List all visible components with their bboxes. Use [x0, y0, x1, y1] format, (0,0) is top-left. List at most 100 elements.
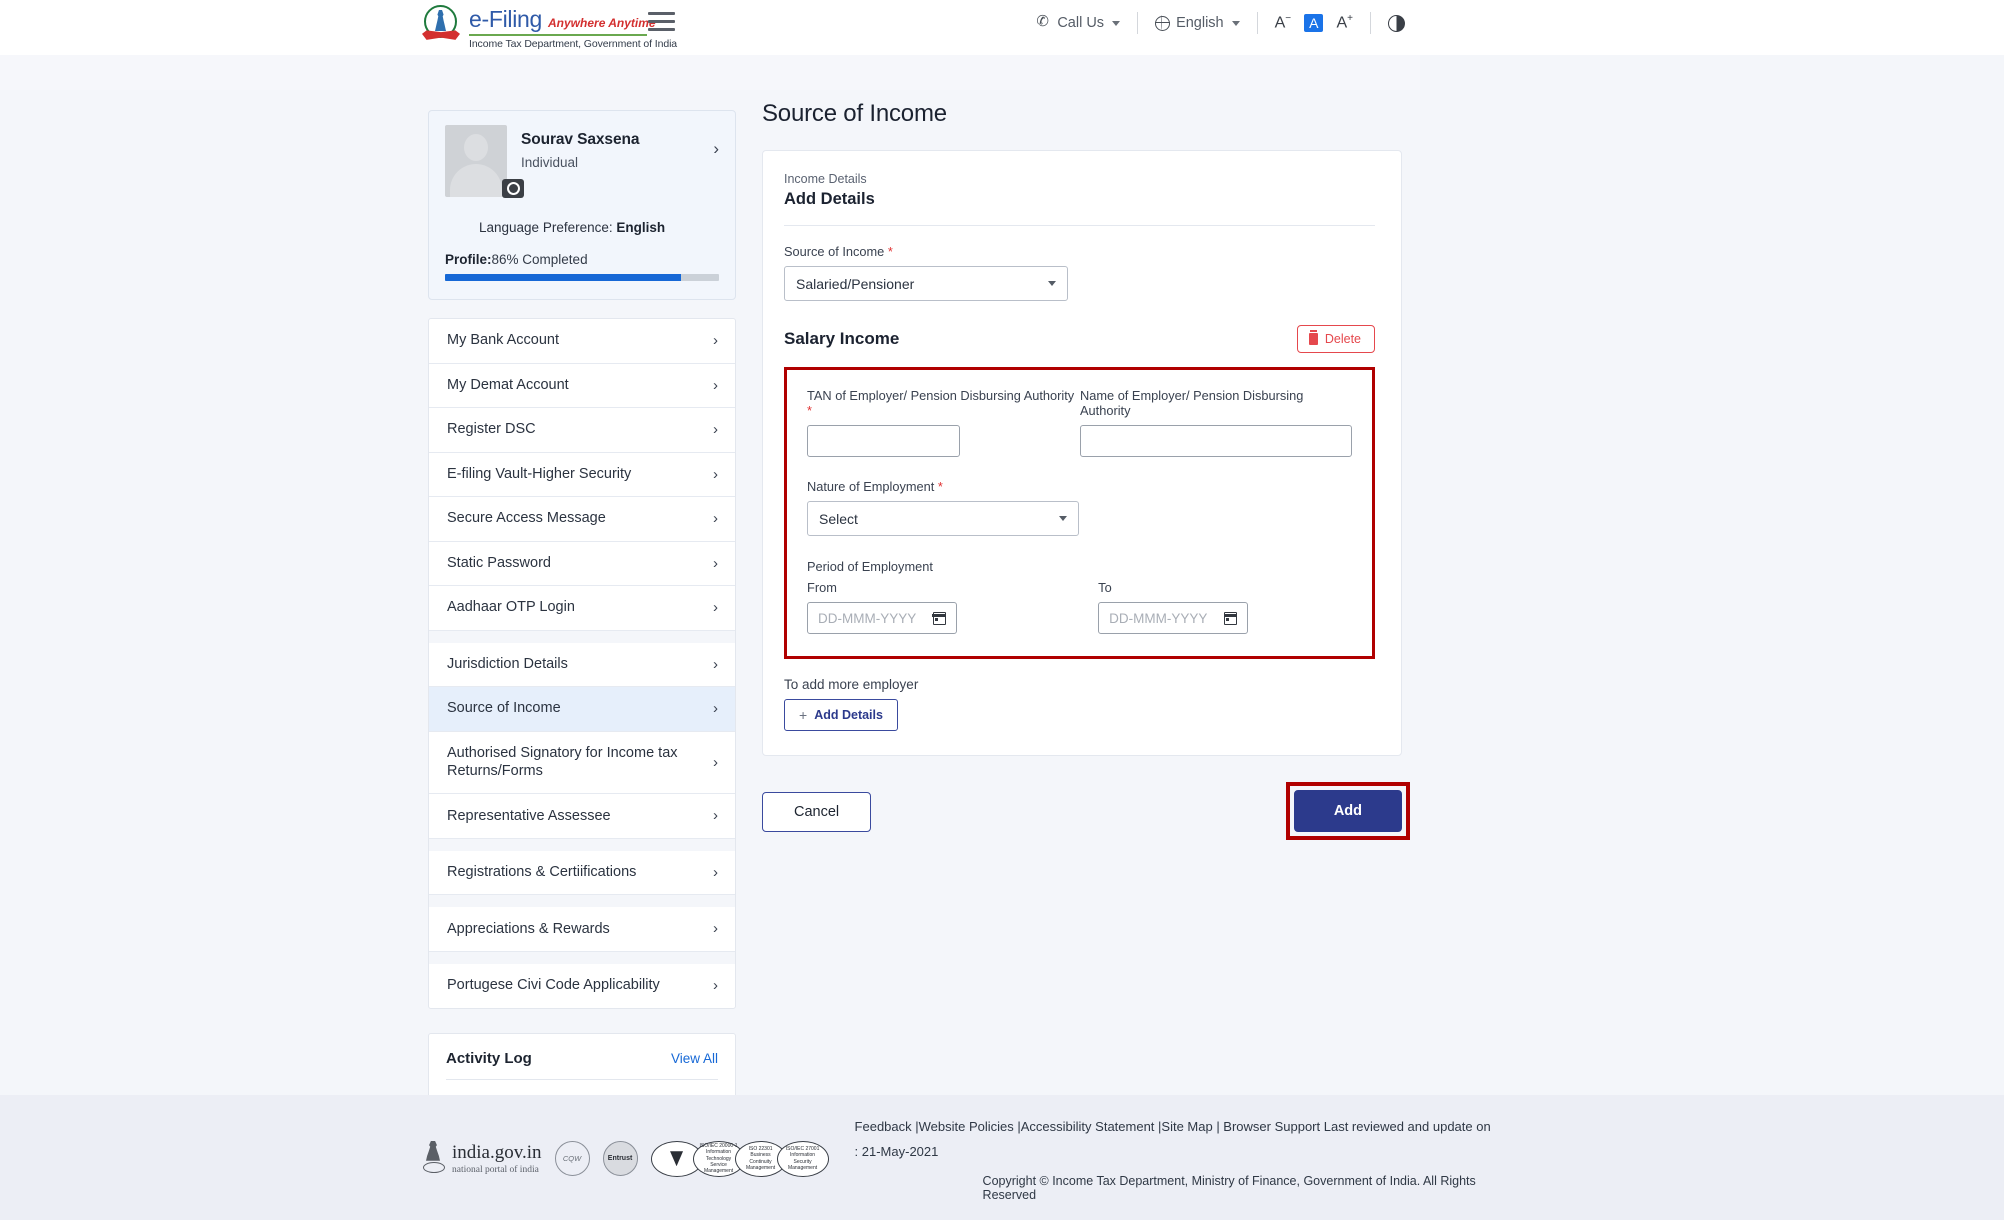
divider — [784, 225, 1375, 226]
india-gov-logo[interactable]: india.gov.in national portal of india — [422, 1139, 542, 1179]
avatar-wrapper — [445, 125, 524, 198]
sidebar-item-label: Source of Income — [447, 700, 561, 717]
site-header: e-Filing Anywhere Anytime Income Tax Dep… — [0, 0, 2004, 55]
sidebar-item-portugese-civi-code-applicability[interactable]: Portugese Civi Code Applicability › — [429, 964, 735, 1008]
sidebar-item-label: Jurisdiction Details — [447, 655, 568, 672]
trash-icon — [1308, 330, 1318, 345]
nature-of-employment-select[interactable]: Select — [807, 501, 1079, 536]
call-us-menu[interactable]: Call Us — [1019, 12, 1137, 31]
footer-links[interactable]: Feedback |Website Policies |Accessibilit… — [855, 1107, 1495, 1164]
brand-title: e-Filing — [469, 5, 543, 32]
sidebar: Sourav Saxsena Individual › Language Pre… — [428, 110, 736, 1220]
chevron-right-icon: › — [713, 421, 718, 438]
language-menu[interactable]: English — [1138, 15, 1257, 31]
national-emblem-icon — [422, 1139, 445, 1179]
salary-income-title: Salary Income — [784, 329, 900, 348]
add-details-button[interactable]: + Add Details — [784, 699, 898, 731]
period-of-employment-label: Period of Employment — [807, 559, 933, 574]
sidebar-item-static-password[interactable]: Static Password › — [429, 542, 735, 586]
nature-of-employment-label: Nature of Employment * — [807, 479, 943, 494]
chevron-right-icon: › — [713, 976, 718, 994]
camera-icon[interactable] — [502, 179, 524, 198]
sidebar-item-authorised-signatory-for-income-tax-returns-forms[interactable]: Authorised Signatory for Income tax Retu… — [429, 732, 735, 795]
source-of-income-label: Source of Income * — [784, 244, 893, 259]
header-utility-nav: Call Us English A− A A+ — [1019, 12, 1422, 34]
phone-icon — [1036, 12, 1051, 31]
period-to-input[interactable]: DD-MMM-YYYY — [1098, 602, 1249, 634]
period-from-input[interactable]: DD-MMM-YYYY — [807, 602, 957, 634]
section-title: Add Details — [784, 190, 875, 208]
sidebar-item-e-filing-vault-higher-security[interactable]: E-filing Vault-Higher Security › — [429, 453, 735, 497]
cone-icon — [670, 1151, 684, 1167]
chevron-right-icon: › — [713, 863, 718, 881]
chevron-right-icon: › — [713, 700, 718, 717]
sidebar-item-secure-access-message[interactable]: Secure Access Message › — [429, 497, 735, 542]
cancel-button[interactable]: Cancel — [762, 792, 872, 832]
sidebar-item-source-of-income[interactable]: Source of Income › — [429, 687, 735, 732]
chevron-down-icon — [1048, 281, 1056, 286]
employer-name-input[interactable] — [1080, 425, 1352, 457]
sidebar-item-my-demat-account[interactable]: My Demat Account › — [429, 364, 735, 408]
calendar-icon[interactable] — [932, 611, 946, 625]
menu-divider-gap — [429, 630, 735, 643]
font-normal-button[interactable]: A — [1304, 13, 1324, 32]
sidebar-menu: My Bank Account › My Demat Account › Registe… — [428, 318, 736, 1009]
iso-badge: ISO/IEC 27001 Information Security Manag… — [776, 1140, 829, 1177]
contrast-toggle[interactable] — [1371, 14, 1422, 32]
period-from-label: From — [807, 580, 837, 595]
sidebar-item-appreciations-rewards[interactable]: Appreciations & Rewards › — [429, 907, 735, 952]
sidebar-item-my-bank-account[interactable]: My Bank Account › — [429, 319, 735, 364]
hamburger-menu-icon[interactable] — [648, 12, 675, 32]
sidebar-item-label: E-filing Vault-Higher Security — [447, 465, 632, 482]
income-details-card: Income Details Add Details Source of Inc… — [762, 150, 1402, 756]
salary-income-highlight-box: TAN of Employer/ Pension Disbursing Auth… — [784, 367, 1375, 659]
footer-copyright: Copyright © Income Tax Department, Minis… — [982, 1174, 1476, 1203]
profile-type: Individual — [521, 155, 579, 170]
profile-progress-fill — [445, 274, 681, 281]
sidebar-item-registrations-certiifications[interactable]: Registrations & Certiifications › — [429, 851, 735, 896]
chevron-right-icon: › — [713, 554, 718, 572]
sidebar-item-jurisdiction-details[interactable]: Jurisdiction Details › — [429, 643, 735, 687]
font-increase-button[interactable]: A+ — [1336, 13, 1353, 32]
tan-input[interactable] — [807, 425, 960, 457]
calendar-icon[interactable] — [1223, 611, 1238, 625]
chevron-right-icon: › — [713, 376, 718, 394]
required-marker: * — [937, 479, 943, 494]
divider — [446, 1078, 718, 1080]
sidebar-item-label: Portugese Civi Code Applicability — [447, 977, 660, 994]
activity-log-title: Activity Log — [446, 1049, 532, 1067]
band-strip — [0, 55, 1420, 90]
sidebar-item-label: My Bank Account — [447, 332, 560, 349]
sidebar-item-representative-assessee[interactable]: Representative Assessee › — [429, 794, 735, 839]
sidebar-item-label: Representative Assessee — [447, 807, 611, 824]
add-more-employer: To add more employer + Add Details — [784, 677, 1375, 731]
chevron-right-icon: › — [713, 753, 718, 771]
menu-divider-gap — [429, 895, 735, 908]
source-of-income-value: Salaried/Pensioner — [796, 275, 915, 292]
call-us-label: Call Us — [1057, 15, 1105, 31]
font-decrease-button[interactable]: A− — [1275, 13, 1292, 32]
chevron-right-icon: › — [713, 920, 718, 938]
sidebar-item-label: Registrations & Certiifications — [447, 864, 637, 881]
section-kicker: Income Details — [784, 172, 867, 186]
sidebar-item-label: Authorised Signatory for Income tax Retu… — [447, 744, 678, 780]
app-root: Dashboard > My Profile e-Filing Anywhere… — [0, 0, 2004, 1220]
sidebar-item-register-dsc[interactable]: Register DSC › — [429, 408, 735, 453]
iso-certifications: ISO/IEC 20000-1 Information Technology S… — [650, 1140, 829, 1177]
chevron-down-icon — [1231, 20, 1240, 26]
chevron-right-icon[interactable]: › — [713, 139, 719, 159]
brand-logo[interactable]: e-Filing Anywhere Anytime Income Tax Dep… — [422, 4, 677, 50]
language-preference-value: English — [616, 220, 666, 235]
site-footer: india.gov.in national portal of india CQ… — [0, 1095, 2004, 1220]
cqw-seal-icon: CQW — [554, 1141, 590, 1177]
add-button[interactable]: Add — [1293, 790, 1402, 832]
chevron-right-icon: › — [713, 655, 718, 673]
profile-card[interactable]: Sourav Saxsena Individual › Language Pre… — [428, 110, 736, 300]
source-of-income-select[interactable]: Salaried/Pensioner — [784, 266, 1068, 301]
delete-button[interactable]: Delete — [1296, 325, 1375, 353]
sidebar-item-label: Aadhaar OTP Login — [447, 599, 575, 616]
chevron-right-icon: › — [713, 465, 718, 483]
sidebar-item-aadhaar-otp-login[interactable]: Aadhaar OTP Login › — [429, 586, 735, 631]
activity-log-view-all[interactable]: View All — [671, 1051, 718, 1066]
profile-progress-text: Profile:86% Completed — [445, 252, 719, 267]
